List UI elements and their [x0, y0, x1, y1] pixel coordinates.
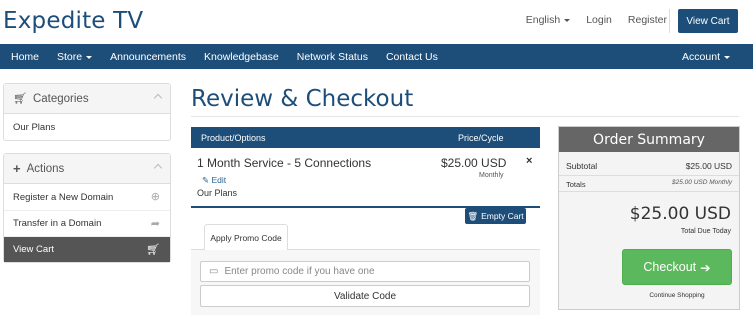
categories-header[interactable]: 🛒︎ Categories — [4, 84, 170, 114]
chevron-up-icon[interactable] — [153, 93, 163, 103]
pencil-icon: ✎ — [202, 175, 210, 185]
site-header: Expedite TV English Login Register View … — [0, 0, 753, 42]
sidebar-item-label: Our Plans — [13, 121, 56, 133]
subtotal-row: Subtotal $25.00 USD — [566, 161, 732, 171]
language-selector[interactable]: English — [525, 14, 571, 26]
divider — [191, 116, 739, 117]
order-summary: Order Summary Subtotal $25.00 USD Totals… — [558, 126, 740, 310]
promo-section: Apply Promo Code ▭ Enter promo code if y… — [191, 222, 540, 315]
tab-apply-promo[interactable]: Apply Promo Code — [204, 224, 288, 250]
subtotal-value: $25.00 USD — [685, 161, 732, 171]
cart-icon: 🛒︎ — [146, 244, 160, 256]
sidebar-item-label: Register a New Domain — [13, 191, 114, 203]
ticket-icon: ▭ — [209, 266, 219, 277]
checkout-button[interactable]: Checkout ➔ — [622, 249, 732, 285]
arrow-right-icon: ➔ — [700, 260, 711, 275]
sidebar-item-our-plans[interactable]: Our Plans — [4, 114, 170, 140]
nav-contact-us[interactable]: Contact Us — [386, 51, 438, 63]
trash-icon: 🗑︎ — [467, 210, 479, 221]
divider — [559, 175, 739, 176]
divider — [559, 191, 739, 192]
remove-item-icon[interactable]: × — [526, 155, 532, 167]
sidebar-item-view-cart[interactable]: View Cart 🛒︎ — [4, 236, 170, 262]
view-cart-button[interactable]: View Cart — [678, 9, 738, 33]
nav-menu: Home Store Announcements Knowledgebase N… — [11, 51, 438, 63]
caret-down-icon — [564, 18, 571, 22]
sidebar-item-label: Transfer in a Domain — [13, 218, 102, 229]
categories-panel: 🛒︎ Categories Our Plans — [3, 83, 171, 141]
nav-account[interactable]: Account — [682, 51, 730, 63]
empty-cart-label: Empty Cart — [481, 211, 524, 221]
globe-icon: ⊕ — [150, 191, 160, 203]
sidebar-item-label: View Cart — [13, 244, 55, 255]
language-label: English — [525, 14, 561, 26]
col-product-options: Product/Options — [201, 133, 266, 143]
chevron-up-icon[interactable] — [153, 163, 163, 173]
total-due-amount: $25.00 USD — [629, 204, 731, 224]
actions-panel: + Actions Register a New Domain ⊕ Transf… — [3, 153, 171, 263]
nav-store-label: Store — [57, 51, 83, 63]
login-link[interactable]: Login — [586, 14, 612, 26]
nav-store[interactable]: Store — [57, 51, 93, 63]
sidebar-item-transfer-domain[interactable]: Transfer in a Domain ➦ — [4, 210, 170, 236]
continue-shopping-link[interactable]: Continue Shopping — [622, 292, 732, 299]
actions-title: Actions — [26, 162, 65, 175]
caret-down-icon — [86, 55, 93, 59]
promo-placeholder: Enter promo code if you have one — [224, 266, 375, 277]
order-summary-title: Order Summary — [559, 127, 739, 152]
edit-item-link[interactable]: ✎ Edit — [202, 175, 226, 186]
cart-item-cycle: Monthly — [479, 172, 504, 179]
register-link[interactable]: Register — [628, 14, 667, 26]
cart-item-group: Our Plans — [197, 188, 238, 198]
total-due-label: Total Due Today — [680, 228, 731, 235]
nav-network-status[interactable]: Network Status — [297, 51, 368, 63]
promo-code-input[interactable]: ▭ Enter promo code if you have one — [200, 261, 530, 282]
edit-label: Edit — [211, 175, 227, 185]
cart-item-name: 1 Month Service - 5 Connections — [197, 156, 372, 170]
cart-item-price: $25.00 USD — [441, 156, 507, 170]
actions-header[interactable]: + Actions — [4, 154, 170, 184]
caret-down-icon — [724, 55, 730, 59]
col-price-cycle: Price/Cycle — [458, 133, 504, 143]
validate-code-button[interactable]: Validate Code — [200, 285, 530, 307]
nav-knowledgebase[interactable]: Knowledgebase — [204, 51, 279, 63]
page-title: Review & Checkout — [191, 86, 414, 112]
divider — [669, 9, 670, 33]
cart-icon: 🛒︎ — [13, 93, 27, 105]
brand-logo[interactable]: Expedite TV — [3, 8, 143, 34]
top-links: English Login Register — [526, 14, 667, 26]
share-arrow-icon: ➦ — [150, 218, 160, 230]
nav-account-label: Account — [682, 51, 720, 63]
promo-body: ▭ Enter promo code if you have one Valid… — [191, 249, 540, 315]
nav-home[interactable]: Home — [11, 51, 39, 63]
nav-announcements[interactable]: Announcements — [110, 51, 186, 63]
totals-label: Totals — [566, 180, 586, 189]
subtotal-label: Subtotal — [566, 161, 598, 171]
plus-icon: + — [13, 161, 21, 176]
totals-row: Totals $25.00 USD Monthly — [566, 179, 732, 189]
totals-value: $25.00 USD Monthly — [672, 179, 732, 186]
cart-table-header: Product/Options Price/Cycle — [191, 127, 540, 148]
categories-title: Categories — [32, 92, 89, 105]
main-navbar: Home Store Announcements Knowledgebase N… — [0, 44, 753, 69]
checkout-label: Checkout — [643, 260, 697, 274]
sidebar-item-register-domain[interactable]: Register a New Domain ⊕ — [4, 184, 170, 210]
